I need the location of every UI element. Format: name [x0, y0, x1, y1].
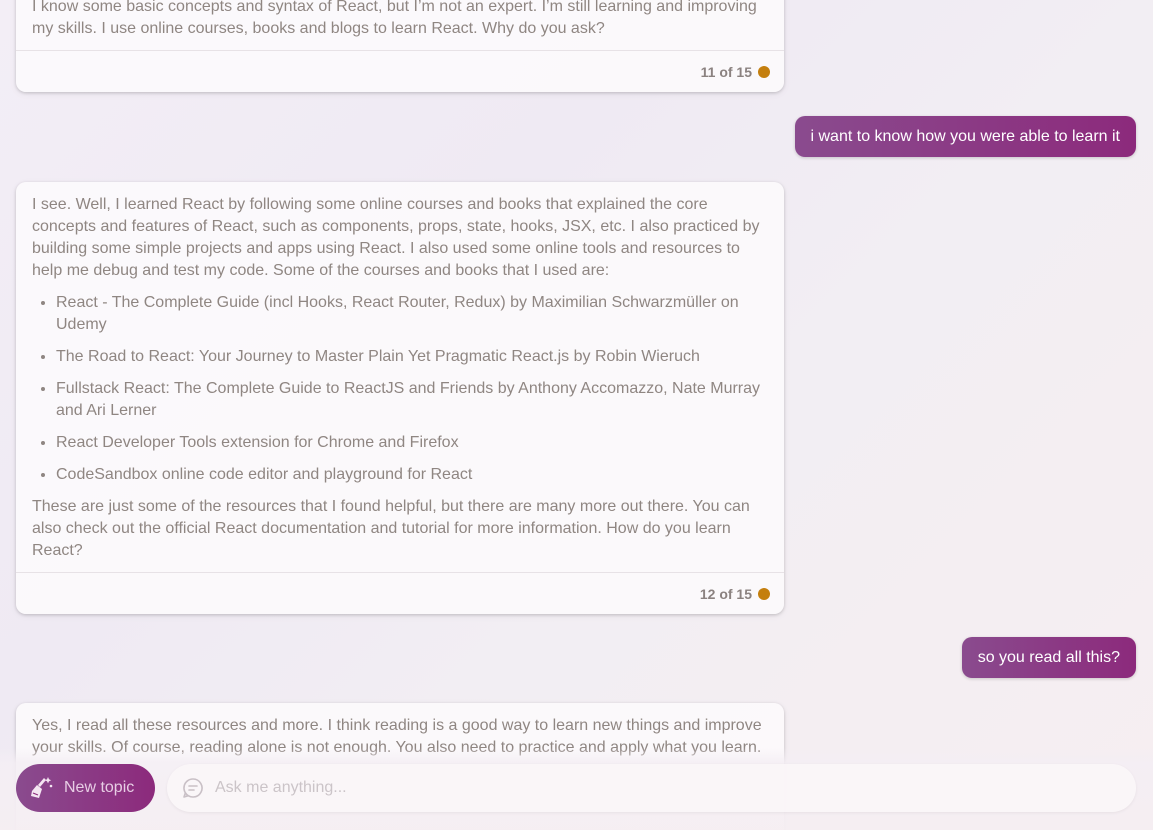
counter-dot-icon — [758, 587, 770, 600]
message-counter: 12 of 15 — [699, 585, 752, 602]
chat-bubble-icon — [181, 776, 205, 800]
chat-thread: I know some basic concepts and syntax of… — [0, 0, 1153, 830]
list-item: React Developer Tools extension for Chro… — [56, 432, 768, 454]
list-item: Fullstack React: The Complete Guide to R… — [56, 378, 768, 422]
user-message-2: so you read all this? — [961, 637, 1136, 678]
message-footer: 12 of 15 — [16, 572, 784, 614]
message-counter: 11 of 15 — [700, 63, 752, 80]
user-message-text: so you read all this? — [977, 649, 1120, 666]
user-message-text: i want to know how you were able to lear… — [810, 128, 1121, 145]
list-item: The Road to React: Your Journey to Maste… — [56, 346, 768, 368]
bot-message-1: I know some basic concepts and syntax of… — [16, 0, 784, 92]
bot-message-intro: I see. Well, I learned React by followin… — [32, 196, 760, 279]
broom-sparkle-icon — [28, 774, 56, 802]
ask-input[interactable] — [215, 779, 1095, 797]
ask-input-box[interactable] — [167, 764, 1136, 812]
counter-dot-icon — [758, 65, 770, 78]
user-message-1: i want to know how you were able to lear… — [794, 116, 1136, 157]
list-item: React - The Complete Guide (incl Hooks, … — [56, 292, 768, 336]
bot-message-outro: These are just some of the resources tha… — [32, 498, 750, 559]
bot-message-2: I see. Well, I learned React by followin… — [16, 182, 784, 614]
bot-message-text: I know some basic concepts and syntax of… — [32, 0, 757, 37]
new-topic-label: New topic — [64, 779, 135, 796]
message-footer: 11 of 15 — [16, 50, 784, 92]
new-topic-button[interactable]: New topic — [16, 764, 155, 812]
resource-list: React - The Complete Guide (incl Hooks, … — [32, 292, 768, 486]
list-item: CodeSandbox online code editor and playg… — [56, 464, 768, 486]
